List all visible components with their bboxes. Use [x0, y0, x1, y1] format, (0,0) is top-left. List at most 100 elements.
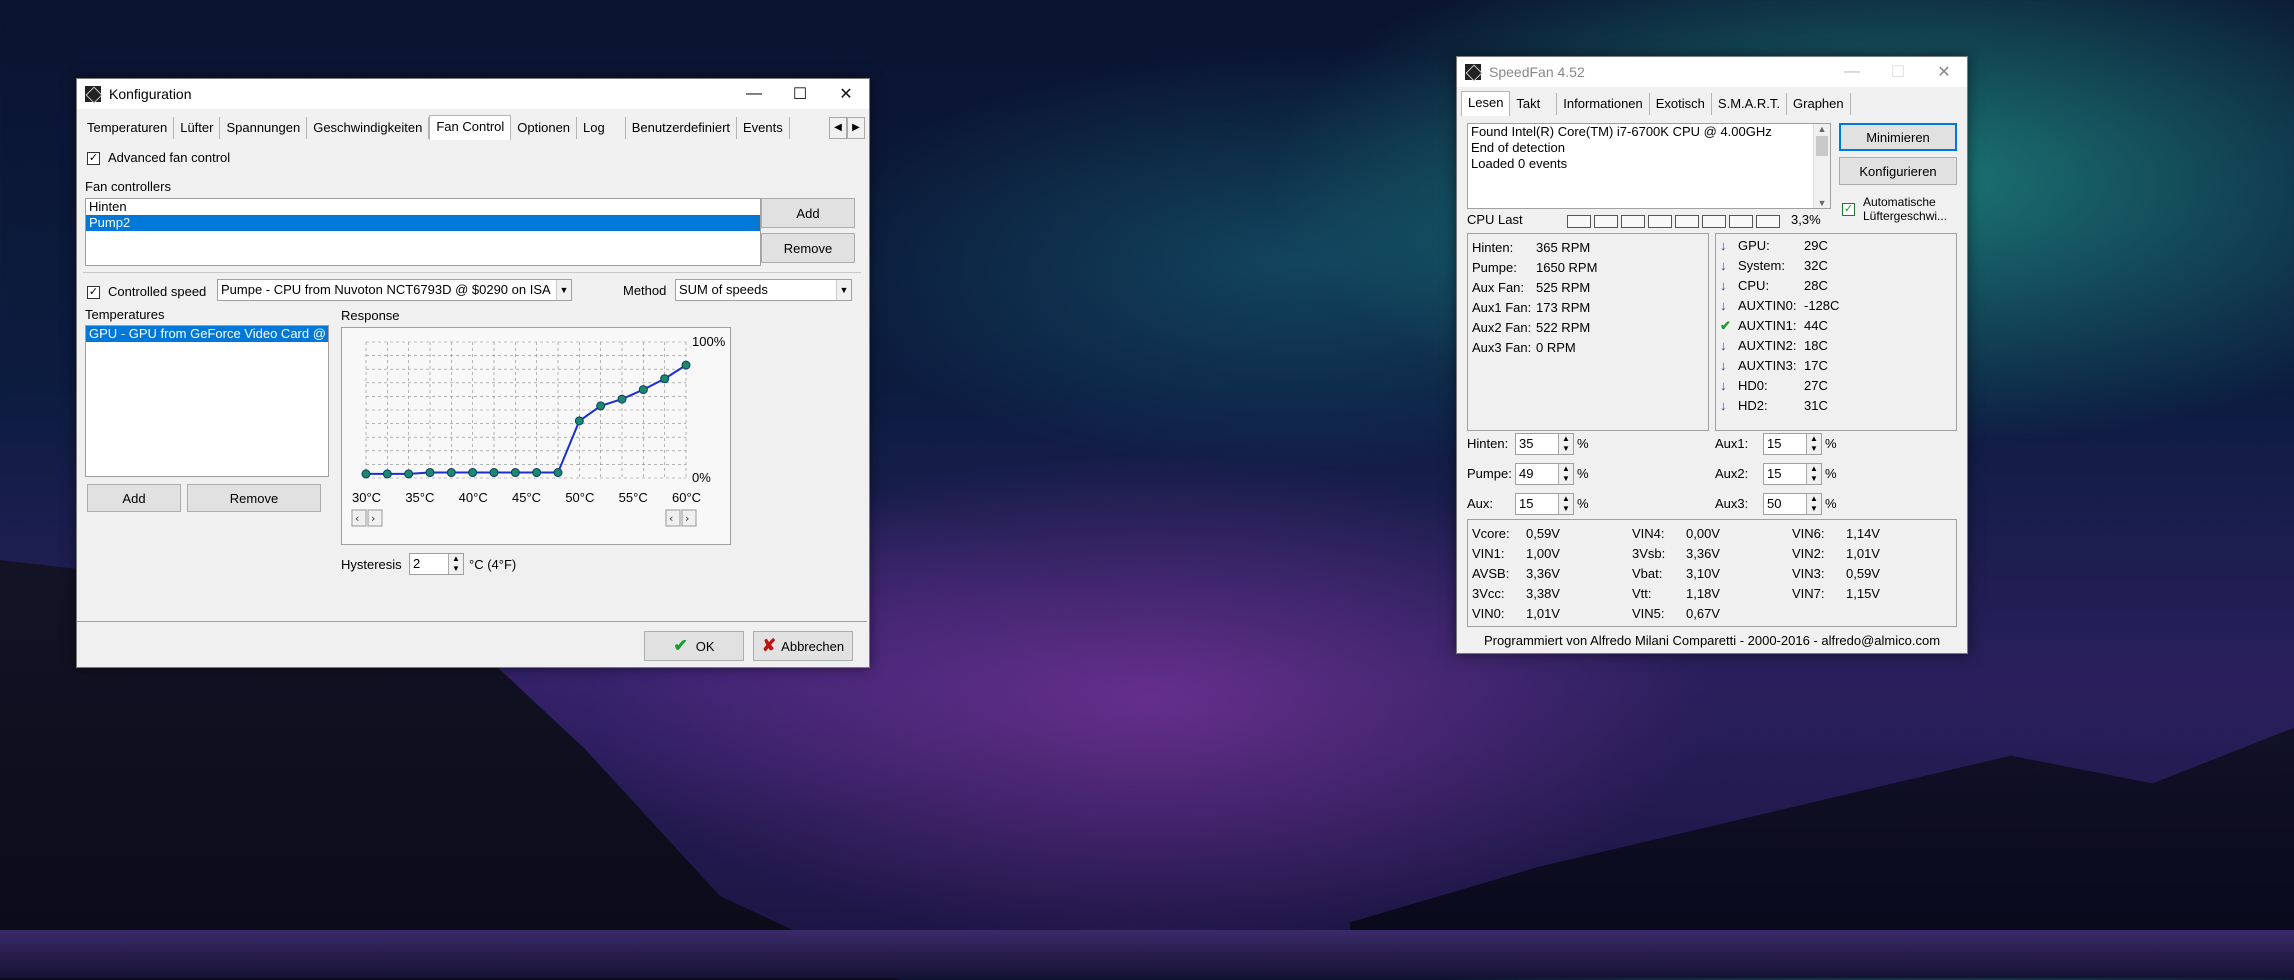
list-item-selected[interactable]: GPU - GPU from GeForce Video Card @ [86, 326, 328, 342]
tab-log[interactable]: Log [577, 117, 626, 139]
response-point[interactable] [574, 416, 584, 426]
tab-benutzerdefiniert[interactable]: Benutzerdefiniert [626, 117, 738, 139]
temp-row-name: HD2: [1738, 398, 1768, 413]
configure-button[interactable]: Konfigurieren [1839, 157, 1957, 185]
controlled-speed-checkbox[interactable]: ✓ [87, 286, 100, 299]
tab-scroll-left-icon[interactable]: ◀ [829, 117, 847, 139]
tab-temperaturen[interactable]: Temperaturen [81, 117, 175, 139]
fan-controllers-list[interactable]: Hinten Pump2 [85, 198, 761, 266]
list-item-selected[interactable]: Pump2 [86, 215, 760, 231]
hysteresis-spinner[interactable]: 2 ▲ ▼ [409, 553, 464, 575]
speed-row: Aux2: 15 ▲ ▼% [1715, 461, 1955, 491]
speed-spinner[interactable]: 50 ▲ ▼ [1763, 493, 1822, 515]
tab-events[interactable]: Events [737, 117, 790, 139]
remove-temperature-button[interactable]: Remove [187, 484, 321, 512]
tab-exotisch[interactable]: Exotisch [1650, 93, 1712, 115]
response-point[interactable] [425, 468, 435, 478]
tab-luefter[interactable]: Lüfter [174, 117, 221, 139]
spinner-arrows-icon[interactable]: ▲ ▼ [1558, 494, 1573, 514]
minimize-icon[interactable]: — [1829, 57, 1875, 87]
close-icon[interactable]: ✕ [1921, 57, 1967, 87]
voltage-row-value: 1,15V [1846, 586, 1880, 601]
spinner-arrows-icon[interactable]: ▲ ▼ [1806, 494, 1821, 514]
chart-scroll-left-icon[interactable]: ‹ [355, 512, 359, 525]
chart-scroll-right-icon[interactable]: › [685, 512, 689, 525]
tab-scroll-right-icon[interactable]: ▶ [847, 117, 865, 139]
maximize-icon[interactable]: ☐ [777, 79, 823, 109]
tab-fan-control[interactable]: Fan Control [429, 115, 512, 140]
percent-sign: % [1825, 496, 1837, 511]
voltage-row: AVSB: 3,36V [1472, 564, 1630, 584]
cpu-load-segment [1702, 215, 1726, 228]
response-point[interactable] [681, 360, 691, 370]
speed-spinner[interactable]: 15 ▲ ▼ [1763, 433, 1822, 455]
response-point[interactable] [446, 468, 456, 478]
add-temperature-button[interactable]: Add [87, 484, 181, 512]
tab-lesen[interactable]: Lesen [1461, 91, 1511, 116]
scroll-down-icon[interactable]: ▼ [1814, 198, 1830, 208]
response-point[interactable] [660, 374, 670, 384]
voltage-row-name: VIN5: [1632, 606, 1665, 621]
controlled-speed-label: Controlled speed [108, 284, 207, 299]
response-point[interactable] [617, 394, 627, 404]
scroll-thumb[interactable] [1816, 136, 1828, 156]
response-point[interactable] [553, 468, 563, 478]
tab-smart[interactable]: S.M.A.R.T. [1712, 93, 1788, 115]
list-item[interactable]: Hinten [86, 199, 760, 215]
speed-spinner[interactable]: 35 ▲ ▼ [1515, 433, 1574, 455]
response-point[interactable] [596, 401, 606, 411]
spinner-arrows-icon[interactable]: ▲ ▼ [1558, 434, 1573, 454]
log-scrollbar[interactable]: ▲ ▼ [1813, 124, 1830, 208]
temp-row-value: 31C [1804, 398, 1828, 413]
close-icon[interactable]: ✕ [823, 79, 869, 109]
x-tick-label: 55°C [619, 490, 648, 505]
spinner-arrows-icon[interactable]: ▲ ▼ [1558, 464, 1573, 484]
speed-spinner[interactable]: 15 ▲ ▼ [1515, 493, 1574, 515]
response-point[interactable] [489, 468, 499, 478]
voltage-row-value: 3,36V [1526, 566, 1560, 581]
response-point[interactable] [361, 469, 371, 479]
speed-spinner[interactable]: 49 ▲ ▼ [1515, 463, 1574, 485]
chart-scroll-right-icon[interactable]: › [371, 512, 375, 525]
auto-fan-checkbox[interactable]: ✓ [1842, 203, 1855, 216]
tab-spannungen[interactable]: Spannungen [220, 117, 308, 139]
response-point[interactable] [532, 468, 542, 478]
fan-response-chart[interactable]: 0% 100% 30°C 35°C 40°C 45°C 50°C 55°C 60°C ‹ › ‹ › [342, 328, 730, 544]
tab-takt[interactable]: Takt [1510, 93, 1558, 115]
minimize-icon[interactable]: — [731, 79, 777, 109]
tab-geschwindigkeiten[interactable]: Geschwindigkeiten [307, 117, 430, 139]
chart-scroll-left-icon[interactable]: ‹ [669, 512, 673, 525]
spinner-arrows-icon[interactable]: ▲ ▼ [1806, 464, 1821, 484]
minimize-button[interactable]: Minimieren [1839, 123, 1957, 151]
method-select[interactable]: SUM of speeds ▼ [675, 279, 852, 301]
response-point[interactable] [468, 468, 478, 478]
temperatures-list[interactable]: GPU - GPU from GeForce Video Card @ [85, 325, 329, 477]
speed-source-select[interactable]: Pumpe - CPU from Nuvoton NCT6793D @ $029… [217, 279, 572, 301]
voltage-row: VIN6: 1,14V [1792, 524, 1950, 544]
tab-optionen[interactable]: Optionen [511, 117, 578, 139]
response-point[interactable] [404, 469, 414, 479]
voltage-row: 3Vcc: 3,38V [1472, 584, 1630, 604]
tab-informationen[interactable]: Informationen [1557, 93, 1650, 115]
arrow-down-icon: ↓ [1720, 358, 1727, 373]
log-area[interactable]: Found Intel(R) Core(TM) i7-6700K CPU @ 4… [1467, 123, 1831, 209]
remove-controller-button[interactable]: Remove [761, 233, 855, 263]
response-point[interactable] [510, 468, 520, 478]
speedfan-window: SpeedFan 4.52 — ☐ ✕ Lesen Takt Informati… [1456, 56, 1968, 654]
advanced-fan-control-checkbox[interactable]: ✓ [87, 152, 100, 165]
speed-label: Aux2: [1715, 466, 1749, 481]
ok-button[interactable]: ✔ OK [644, 631, 744, 661]
spinner-arrows-icon[interactable]: ▲ ▼ [448, 554, 463, 574]
temp-row: ↓ System: 32C [1720, 256, 1952, 276]
maximize-icon[interactable]: ☐ [1875, 57, 1921, 87]
add-controller-button[interactable]: Add [761, 198, 855, 228]
x-tick-label: 40°C [459, 490, 488, 505]
speed-spinner[interactable]: 15 ▲ ▼ [1763, 463, 1822, 485]
tab-graphen[interactable]: Graphen [1787, 93, 1851, 115]
check-icon: ✔ [673, 636, 688, 655]
response-point[interactable] [382, 469, 392, 479]
scroll-up-icon[interactable]: ▲ [1814, 124, 1830, 134]
response-point[interactable] [638, 385, 648, 395]
cancel-button[interactable]: ✘ Abbrechen [753, 631, 853, 661]
spinner-arrows-icon[interactable]: ▲ ▼ [1806, 434, 1821, 454]
